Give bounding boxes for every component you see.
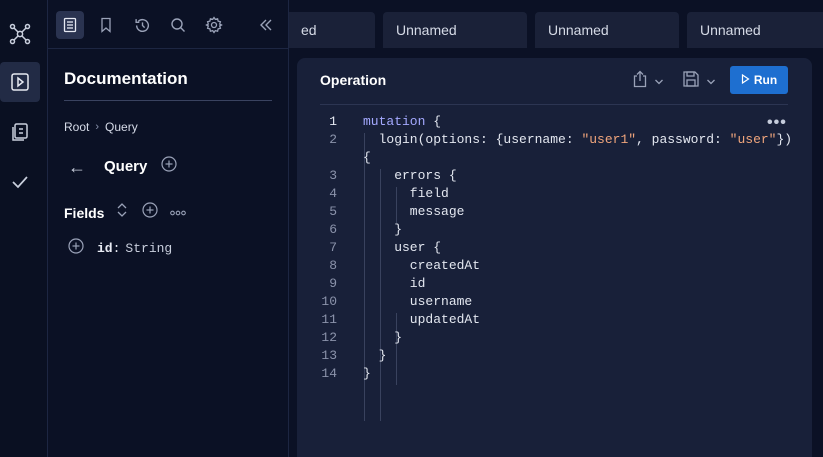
code-line: 13 }: [297, 348, 812, 366]
sidebar-toolbar: [48, 0, 289, 49]
run-icon: [741, 73, 750, 87]
fields-header: Fields: [64, 202, 187, 223]
tab-label: ed: [301, 22, 317, 38]
save-button[interactable]: [682, 70, 716, 93]
tab-1[interactable]: ed: [289, 12, 375, 48]
add-icon[interactable]: [161, 156, 177, 177]
code-line: 3 errors {: [297, 168, 812, 186]
share-button[interactable]: [632, 70, 664, 93]
field-type[interactable]: String: [125, 241, 172, 256]
code-line: 8 createdAt: [297, 258, 812, 276]
code-text: }: [363, 366, 371, 381]
type-title: Query: [104, 158, 148, 175]
code-text: }: [363, 222, 403, 237]
line-number: 14: [321, 366, 337, 381]
line-number: 12: [321, 330, 337, 345]
code-line: 4 field: [297, 186, 812, 204]
chevron-down-icon: [654, 73, 664, 91]
field-colon: :: [112, 241, 121, 256]
collection-icon[interactable]: [0, 112, 40, 152]
code-text: id: [363, 276, 426, 291]
line-number: 3: [329, 168, 337, 183]
code-text: username: [363, 294, 473, 309]
code-line: 14 }: [297, 366, 812, 384]
code-line: {: [297, 150, 812, 168]
code-text: message: [363, 204, 465, 219]
code-text: field: [363, 186, 449, 201]
sort-icon[interactable]: [116, 202, 128, 223]
tab-4[interactable]: Unnamed: [687, 12, 823, 48]
breadcrumb-current: Query: [105, 120, 138, 134]
run-label: Run: [753, 73, 778, 87]
settings-icon[interactable]: [200, 11, 228, 39]
line-number: 6: [329, 222, 337, 237]
search-icon[interactable]: [164, 11, 192, 39]
chevron-down-icon: [706, 73, 716, 91]
fields-title: Fields: [64, 204, 105, 221]
code-text: user {: [363, 240, 442, 255]
activity-rail: [0, 0, 48, 457]
code-line: 1 mutation {: [297, 114, 812, 132]
tab-label: Unnamed: [548, 22, 609, 38]
line-number: 1: [329, 114, 337, 129]
line-number: 13: [321, 348, 337, 363]
code-line: 11 updatedAt: [297, 312, 812, 330]
tab-bar: ed Unnamed Unnamed Unnamed: [289, 0, 823, 49]
code-line: 7 user {: [297, 240, 812, 258]
tab-label: Unnamed: [396, 22, 457, 38]
operation-editor: Operation Run ••• 1 mutation {2 login(o…: [297, 58, 812, 457]
bookmark-icon[interactable]: [92, 11, 120, 39]
check-icon[interactable]: [0, 162, 40, 202]
documentation-panel: Documentation Root › Query ← Query Field…: [48, 0, 289, 457]
line-number: 7: [329, 240, 337, 255]
field-name[interactable]: id: [97, 241, 113, 256]
code-text: updatedAt: [363, 312, 481, 327]
more-options-icon[interactable]: [170, 204, 187, 222]
editor-title: Operation: [320, 72, 387, 88]
line-number: 5: [329, 204, 337, 219]
tab-2[interactable]: Unnamed: [383, 12, 527, 48]
tab-label: Unnamed: [700, 22, 761, 38]
documentation-title: Documentation: [64, 69, 188, 88]
code-line: 2 login(options: {username: "user1", pas…: [297, 132, 812, 150]
line-number: 11: [321, 312, 337, 327]
code-text: mutation {: [363, 114, 442, 129]
code-line: 6 }: [297, 222, 812, 240]
history-icon[interactable]: [128, 11, 156, 39]
run-button[interactable]: Run: [730, 66, 788, 94]
code-text: }: [363, 348, 387, 363]
title-divider: [64, 100, 272, 101]
code-text: }: [363, 330, 403, 345]
field-item[interactable]: id : String: [68, 238, 172, 259]
code-text: errors {: [363, 168, 457, 183]
line-number: 4: [329, 186, 337, 201]
collapse-icon[interactable]: [252, 11, 280, 39]
code-text: createdAt: [363, 258, 481, 273]
code-line: 10 username: [297, 294, 812, 312]
add-field-arg-icon[interactable]: [68, 238, 84, 259]
line-number: 2: [329, 132, 337, 147]
save-icon: [682, 70, 700, 93]
type-header: ← Query: [68, 156, 177, 177]
code-line: 9 id: [297, 276, 812, 294]
add-field-icon[interactable]: [142, 202, 159, 223]
line-number: 8: [329, 258, 337, 273]
back-arrow-icon[interactable]: ←: [68, 158, 86, 176]
code-line: 5 message: [297, 204, 812, 222]
code-text: {: [363, 150, 371, 165]
breadcrumb-root[interactable]: Root: [64, 120, 89, 134]
line-number: 10: [321, 294, 337, 309]
breadcrumb: Root › Query: [64, 120, 138, 134]
code-line: 12 }: [297, 330, 812, 348]
share-icon: [632, 70, 648, 93]
line-number: 9: [329, 276, 337, 291]
docs-icon[interactable]: [56, 11, 84, 39]
editor-divider: [320, 104, 788, 105]
play-icon[interactable]: [0, 62, 40, 102]
graph-icon[interactable]: [0, 14, 40, 54]
tab-3[interactable]: Unnamed: [535, 12, 679, 48]
breadcrumb-separator: ›: [95, 121, 100, 133]
code-text: login(options: {username: "user1", passw…: [363, 132, 793, 147]
